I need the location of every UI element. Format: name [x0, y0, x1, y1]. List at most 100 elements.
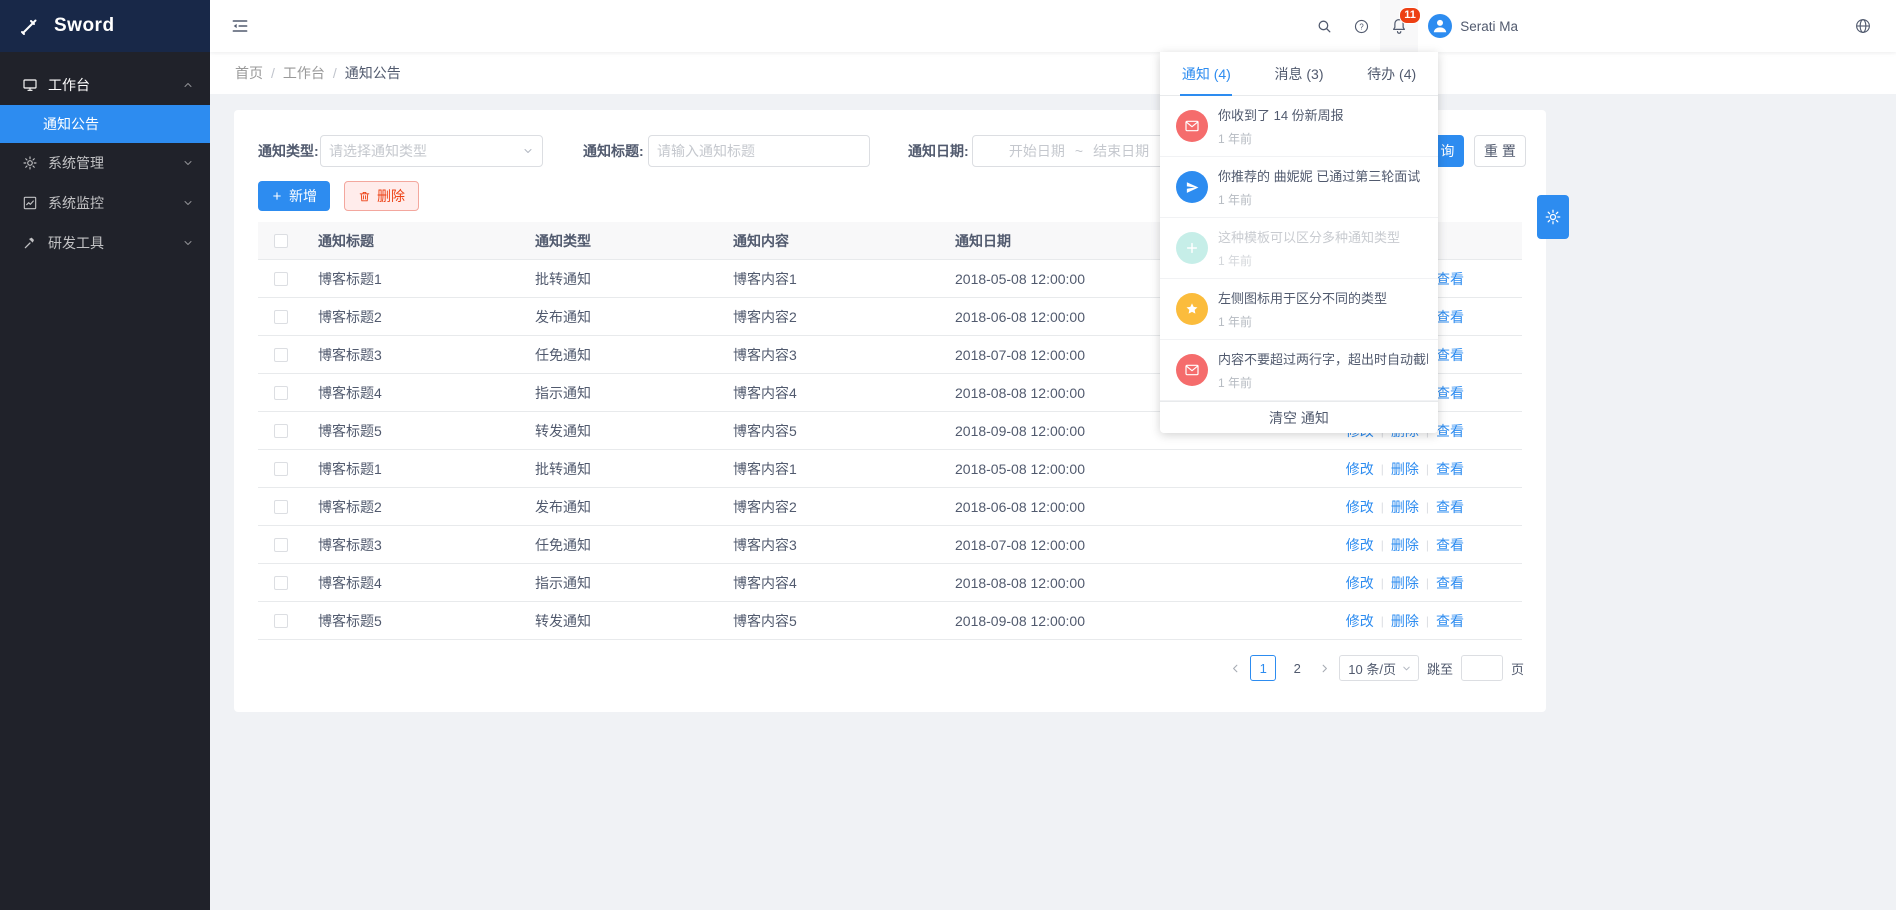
sidebar-item-system-manage[interactable]: 系统管理	[0, 143, 210, 183]
cell-notice-content: 博客内容2	[733, 497, 955, 517]
cell-notice-type: 转发通知	[535, 421, 733, 441]
notice-title-input[interactable]	[648, 135, 870, 167]
user-name[interactable]: Serati Ma	[1460, 19, 1518, 34]
reset-button[interactable]: 重 置	[1474, 135, 1526, 167]
row-checkbox-cell	[258, 462, 318, 476]
notice-type-select[interactable]: 请选择通知类型	[320, 135, 543, 167]
breadcrumb-current: 通知公告	[345, 63, 401, 83]
sidebar-item-dev-tools[interactable]: 研发工具	[0, 223, 210, 263]
view-link[interactable]: 查看	[1436, 573, 1464, 593]
breadcrumb-workbench[interactable]: 工作台	[283, 63, 325, 83]
monitor-icon	[22, 195, 38, 211]
column-header-type: 通知类型	[535, 231, 733, 251]
row-checkbox[interactable]	[274, 386, 288, 400]
sidebar-item-system-monitor[interactable]: 系统监控	[0, 183, 210, 223]
notice-date-range-picker[interactable]: 开始日期 ~ 结束日期	[972, 135, 1186, 167]
search-icon[interactable]	[1306, 0, 1343, 52]
app-logo[interactable]: Sword	[0, 0, 210, 52]
row-checkbox-cell	[258, 348, 318, 362]
view-link[interactable]: 查看	[1436, 307, 1464, 327]
row-checkbox[interactable]	[274, 348, 288, 362]
edit-link[interactable]: 修改	[1346, 573, 1374, 593]
row-checkbox-cell	[258, 538, 318, 552]
star-icon	[1176, 293, 1208, 325]
row-checkbox[interactable]	[274, 614, 288, 628]
avatar[interactable]	[1428, 14, 1452, 38]
delete-link[interactable]: 删除	[1391, 459, 1419, 479]
edit-link[interactable]: 修改	[1346, 535, 1374, 555]
notification-time: 1 年前	[1218, 130, 1344, 147]
notification-item[interactable]: 你收到了 14 份新周报 1 年前	[1160, 96, 1438, 157]
tools-icon	[22, 235, 38, 251]
action-divider: |	[1381, 462, 1384, 476]
filter-type-label: 通知类型:	[258, 135, 319, 167]
row-checkbox[interactable]	[274, 538, 288, 552]
edit-link[interactable]: 修改	[1346, 611, 1374, 631]
cell-notice-date: 2018-06-08 12:00:00	[955, 499, 1235, 515]
column-header-title: 通知标题	[318, 231, 535, 251]
cell-actions: 修改 | 删除 | 查看	[1235, 573, 1522, 593]
delete-link[interactable]: 删除	[1391, 573, 1419, 593]
view-link[interactable]: 查看	[1436, 535, 1464, 555]
help-icon[interactable]	[1343, 0, 1380, 52]
row-checkbox[interactable]	[274, 424, 288, 438]
page-1-button[interactable]: 1	[1250, 655, 1276, 681]
delete-link[interactable]: 删除	[1391, 535, 1419, 555]
notifications-button[interactable]: 11	[1380, 0, 1418, 52]
notification-text: 这种模板可以区分多种通知类型	[1218, 227, 1400, 246]
breadcrumb-home[interactable]: 首页	[235, 63, 263, 83]
prev-page-button[interactable]	[1229, 662, 1242, 675]
tab-messages[interactable]: 消息 (3)	[1253, 52, 1346, 95]
notification-item[interactable]: 你推荐的 曲妮妮 已通过第三轮面试 1 年前	[1160, 157, 1438, 218]
next-page-button[interactable]	[1318, 662, 1331, 675]
row-checkbox[interactable]	[274, 272, 288, 286]
notification-time: 1 年前	[1218, 374, 1428, 391]
cell-notice-title: 博客标题2	[318, 497, 535, 517]
delete-button[interactable]: 删除	[344, 181, 419, 211]
jump-label: 跳至	[1427, 659, 1453, 678]
menu-fold-icon[interactable]	[230, 0, 250, 52]
view-link[interactable]: 查看	[1436, 497, 1464, 517]
view-link[interactable]: 查看	[1436, 383, 1464, 403]
language-globe-icon[interactable]	[1854, 0, 1872, 52]
select-all-checkbox[interactable]	[274, 234, 288, 248]
add-button[interactable]: 新增	[258, 181, 330, 211]
row-checkbox[interactable]	[274, 576, 288, 590]
cell-notice-date: 2018-07-08 12:00:00	[955, 537, 1235, 553]
chevron-down-icon	[182, 197, 194, 209]
tab-todos[interactable]: 待办 (4)	[1345, 52, 1438, 95]
delete-link[interactable]: 删除	[1391, 611, 1419, 631]
notification-item[interactable]: 左侧图标用于区分不同的类型 1 年前	[1160, 279, 1438, 340]
cell-notice-title: 博客标题3	[318, 535, 535, 555]
view-link[interactable]: 查看	[1436, 269, 1464, 289]
cell-notice-type: 发布通知	[535, 307, 733, 327]
view-link[interactable]: 查看	[1436, 459, 1464, 479]
cell-notice-content: 博客内容5	[733, 611, 955, 631]
app-title: Sword	[54, 15, 115, 37]
sidebar-item-workbench[interactable]: 工作台	[0, 65, 210, 105]
jump-page-input[interactable]	[1461, 655, 1503, 681]
clear-notifications-button[interactable]: 清空 通知	[1160, 401, 1438, 433]
row-checkbox[interactable]	[274, 462, 288, 476]
view-link[interactable]: 查看	[1436, 421, 1464, 441]
row-checkbox[interactable]	[274, 310, 288, 324]
view-link[interactable]: 查看	[1436, 345, 1464, 365]
mail-icon	[1176, 354, 1208, 386]
row-checkbox[interactable]	[274, 500, 288, 514]
edit-link[interactable]: 修改	[1346, 497, 1374, 517]
row-checkbox-cell	[258, 272, 318, 286]
page-2-button[interactable]: 2	[1284, 655, 1310, 681]
cell-notice-content: 博客内容4	[733, 573, 955, 593]
view-link[interactable]: 查看	[1436, 611, 1464, 631]
settings-trigger-button[interactable]	[1537, 195, 1569, 239]
row-checkbox-cell	[258, 576, 318, 590]
sidebar-item-notice[interactable]: 通知公告	[0, 105, 210, 143]
edit-link[interactable]: 修改	[1346, 459, 1374, 479]
tab-notices[interactable]: 通知 (4)	[1160, 52, 1253, 95]
notification-item[interactable]: 这种模板可以区分多种通知类型 1 年前	[1160, 218, 1438, 279]
table-row: 博客标题3 任免通知 博客内容3 2018-07-08 12:00:00 修改 …	[258, 526, 1522, 564]
page-size-select[interactable]: 10 条/页	[1339, 655, 1419, 681]
notification-item[interactable]: 内容不要超过两行字，超出时自动截断 1 年前	[1160, 340, 1438, 401]
delete-link[interactable]: 删除	[1391, 497, 1419, 517]
cell-actions: 修改 | 删除 | 查看	[1235, 535, 1522, 555]
